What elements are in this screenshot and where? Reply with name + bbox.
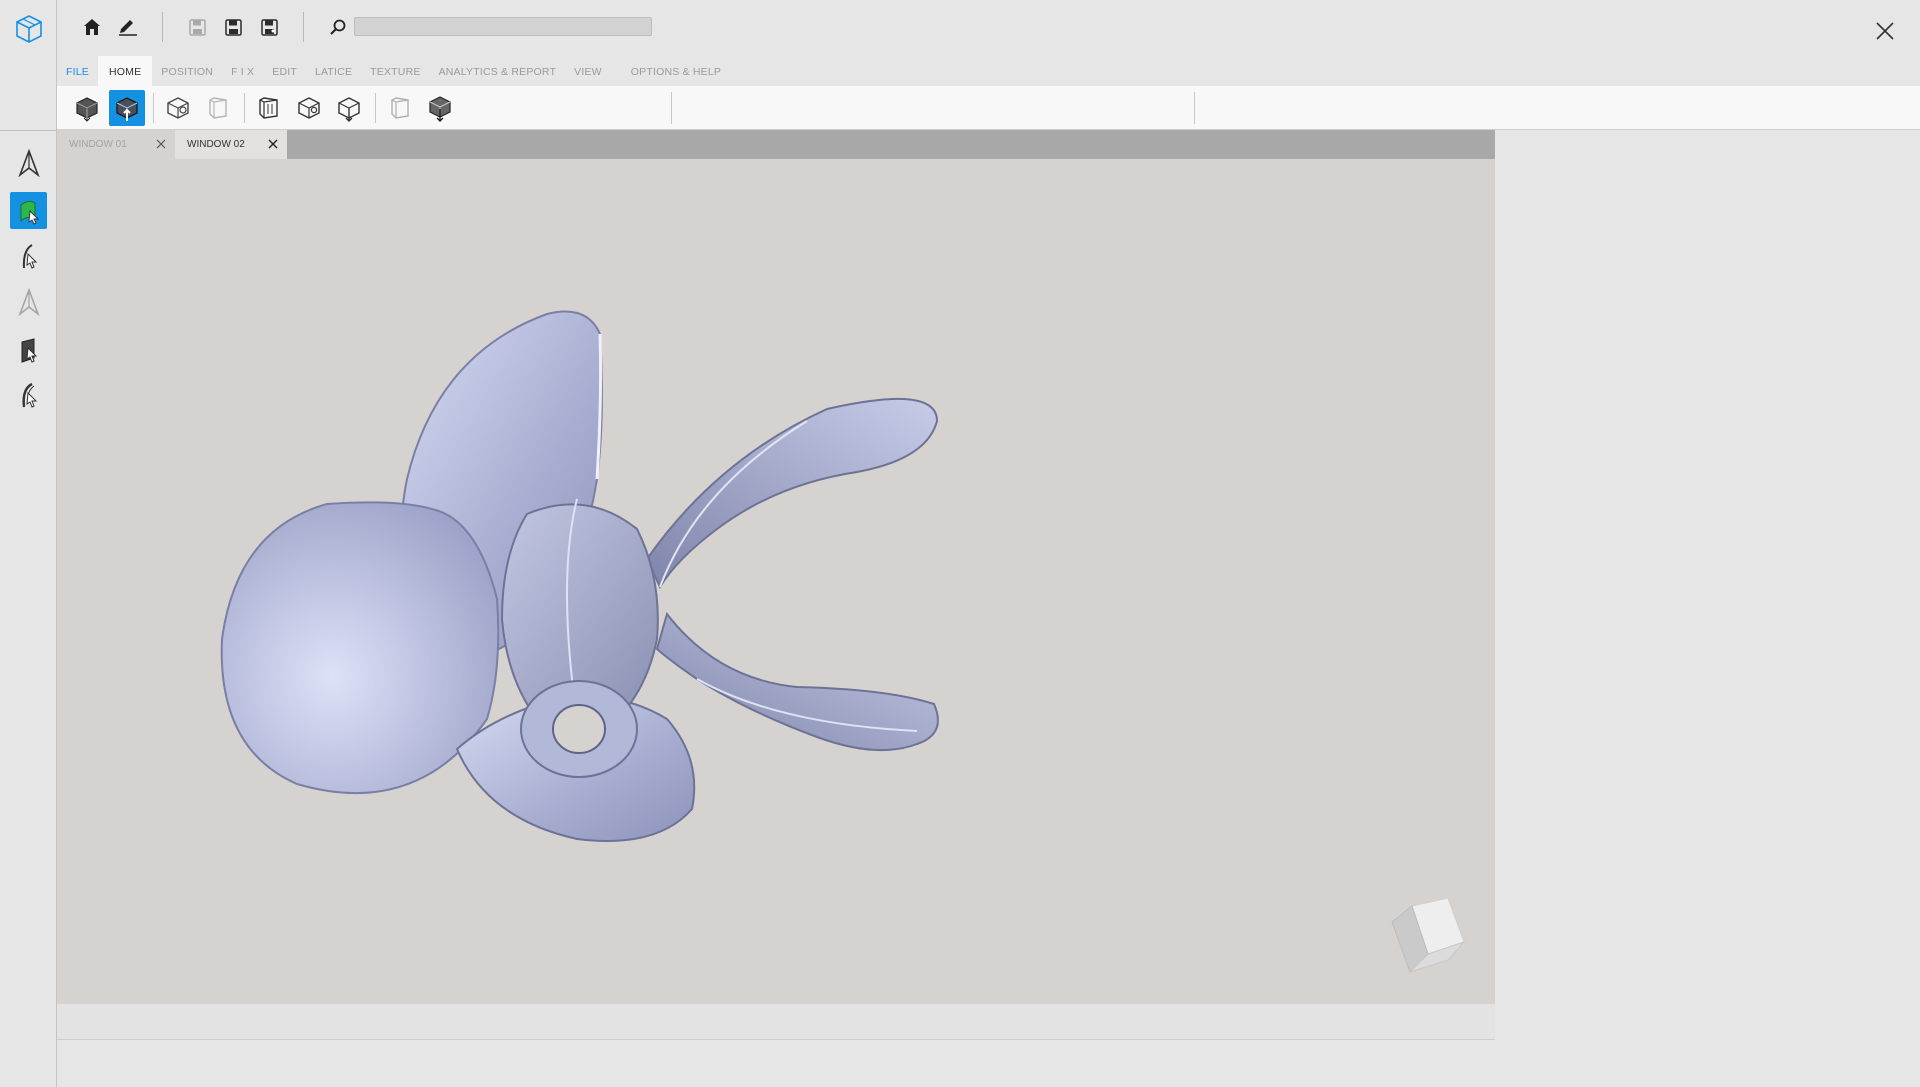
disabled-model-button[interactable] — [200, 90, 236, 126]
menu-edit[interactable]: EDIT — [263, 56, 306, 86]
home-icon — [84, 19, 100, 35]
import-cube-icon — [76, 97, 98, 122]
save-disabled-button[interactable] — [179, 12, 215, 42]
ghost-view-button[interactable] — [382, 90, 418, 126]
surface-select-tool[interactable] — [10, 192, 47, 229]
menu-latice[interactable]: LATICE — [306, 56, 361, 86]
search-icon — [330, 19, 346, 35]
document-tab-bar: WINDOW 01 WINDOW 02 — [57, 130, 1495, 159]
menu-file[interactable]: FILE — [57, 56, 98, 86]
close-tab-icon[interactable] — [155, 138, 167, 150]
pencil-icon — [119, 20, 137, 36]
3d-viewport[interactable] — [57, 159, 1495, 1004]
download-model-button[interactable] — [422, 90, 458, 126]
rail-separator — [0, 130, 57, 131]
ribbon-icon-group — [69, 90, 462, 126]
menu-view[interactable]: VIEW — [565, 56, 611, 86]
ribbon-menu: FILE HOME POSITION F I X EDIT LATICE TEX… — [57, 56, 730, 86]
export-cube-icon — [116, 97, 138, 121]
top-toolbar — [74, 12, 356, 42]
save-button[interactable] — [215, 12, 251, 42]
save-as-button[interactable] — [251, 12, 287, 42]
toolbar-separator — [162, 12, 163, 42]
export-model-button[interactable] — [109, 90, 145, 126]
open-model-button[interactable] — [160, 90, 196, 126]
vertex-select-tool[interactable] — [10, 283, 47, 320]
edge-select-icon — [22, 243, 37, 269]
right-panel — [1495, 130, 1920, 1087]
save-icon — [224, 18, 242, 36]
close-tab-icon[interactable] — [267, 138, 279, 150]
propeller-model[interactable] — [57, 159, 1495, 1004]
ribbon-toolbar — [57, 86, 1920, 130]
menu-options-help[interactable]: OPTIONS & HELP — [611, 56, 730, 86]
cube-front-icon — [259, 97, 278, 119]
body-select-icon — [21, 382, 37, 408]
status-bar — [57, 1004, 1495, 1040]
open-cube-icon — [167, 97, 189, 119]
menu-fix[interactable]: F I X — [222, 56, 263, 86]
body-select-tool[interactable] — [10, 376, 47, 413]
cube-ghost-icon — [391, 97, 409, 119]
menu-analytics-report[interactable]: ANALYTICS & REPORT — [430, 56, 566, 86]
tab-label: WINDOW 02 — [187, 139, 245, 150]
ribbon-group-divider — [1194, 92, 1195, 124]
search-button[interactable] — [320, 12, 356, 42]
arrow-select-tool[interactable] — [10, 144, 47, 181]
up-view-button[interactable] — [331, 90, 367, 126]
cube-disabled-icon — [209, 97, 227, 119]
tab-window-02[interactable]: WINDOW 02 — [175, 130, 287, 159]
save-disabled-icon — [188, 18, 206, 36]
menu-home[interactable]: HOME — [97, 56, 153, 86]
face-select-icon — [21, 337, 37, 363]
ribbon-separator — [375, 93, 376, 123]
vertex-select-icon — [17, 287, 40, 316]
ribbon-separator — [244, 93, 245, 123]
cube-download-icon — [429, 96, 451, 122]
search-input[interactable] — [354, 17, 652, 36]
save-as-icon — [260, 18, 278, 36]
toolbar-separator — [303, 12, 304, 42]
app-logo-icon[interactable] — [12, 12, 46, 46]
left-toolbar — [0, 0, 57, 1087]
cube-side-icon — [298, 97, 320, 119]
front-view-button[interactable] — [251, 90, 287, 126]
edge-select-tool[interactable] — [10, 237, 47, 274]
menu-texture[interactable]: TEXTURE — [361, 56, 429, 86]
cube-up-icon — [338, 97, 360, 122]
face-select-tool[interactable] — [10, 331, 47, 368]
menu-position[interactable]: POSITION — [152, 56, 222, 86]
edit-button[interactable] — [110, 12, 146, 42]
home-button[interactable] — [74, 12, 110, 42]
navigation-cube[interactable] — [1391, 897, 1466, 973]
surface-select-icon — [20, 200, 39, 225]
import-model-button[interactable] — [69, 90, 105, 126]
tab-window-01[interactable]: WINDOW 01 — [57, 130, 175, 159]
side-view-button[interactable] — [291, 90, 327, 126]
close-icon[interactable] — [1872, 18, 1898, 44]
arrow-select-icon — [17, 148, 40, 177]
tab-label: WINDOW 01 — [69, 139, 127, 150]
ribbon-separator — [153, 93, 154, 123]
ribbon-group-divider — [671, 92, 672, 124]
